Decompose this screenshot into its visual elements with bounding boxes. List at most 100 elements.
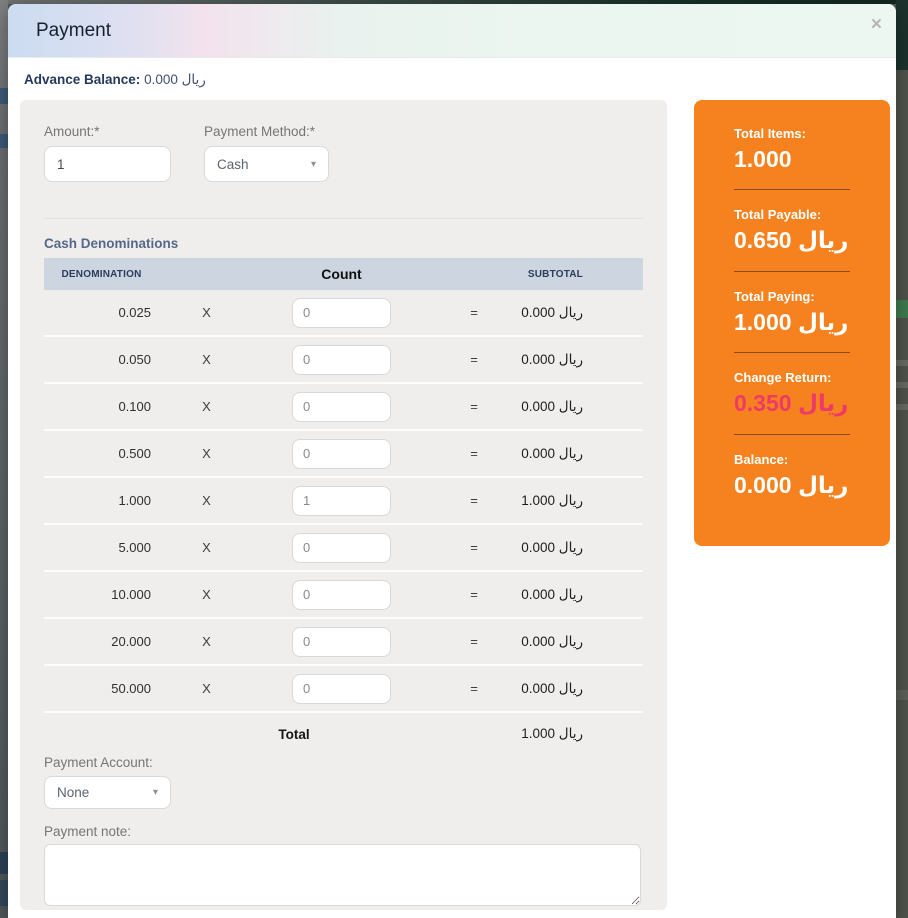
count-input[interactable] <box>292 533 391 563</box>
denomination-value: 20.000 <box>44 634 159 649</box>
denomination-value: 5.000 <box>44 540 159 555</box>
summary-label: Balance: <box>734 452 850 467</box>
multiply-symbol: X <box>159 634 254 649</box>
amount-label: Amount:* <box>44 124 100 139</box>
summary-section: Change Return: 0.350 ريال <box>734 370 850 434</box>
chevron-down-icon: ▾ <box>153 787 158 798</box>
count-input[interactable] <box>292 674 391 704</box>
summary-label: Total Paying: <box>734 289 850 304</box>
subtotal-value: 0.000 ريال <box>519 634 643 650</box>
multiply-symbol: X <box>159 446 254 461</box>
advance-balance: Advance Balance: 0.000 ريال <box>24 72 206 88</box>
summary-divider <box>734 271 850 272</box>
payment-method-label: Payment Method:* <box>204 124 315 139</box>
subtotal-value: 0.000 ريال <box>519 446 643 462</box>
cash-denominations-table: DENOMINATION Count SUBTOTAL 0.025 X = 0.… <box>44 258 643 755</box>
denomination-row: 20.000 X = 0.000 ريال <box>44 619 643 666</box>
page-title: Payment <box>36 20 111 42</box>
payment-method-select[interactable]: Cash ▾ <box>204 146 329 182</box>
count-input[interactable] <box>292 298 391 328</box>
divider <box>44 218 643 219</box>
total-row: Total 1.000 ريال <box>44 713 643 755</box>
multiply-symbol: X <box>159 587 254 602</box>
summary-items: Total Items: 1.000 Total Payable: 0.650 … <box>734 126 850 498</box>
table-header-row: DENOMINATION Count SUBTOTAL <box>44 258 643 290</box>
advance-balance-value: 0.000 ريال <box>144 72 206 87</box>
close-icon[interactable]: × <box>871 15 882 34</box>
background-page-left <box>0 0 8 918</box>
summary-value: 0.650 ريال <box>734 227 850 253</box>
summary-divider <box>734 189 850 190</box>
denomination-row: 0.100 X = 0.000 ريال <box>44 384 643 431</box>
summary-section: Total Payable: 0.650 ريال <box>734 207 850 271</box>
payment-account-label: Payment Account: <box>44 755 153 770</box>
payment-modal: Payment × Advance Balance: 0.000 ريال Am… <box>8 4 896 918</box>
table-body: 0.025 X = 0.000 ريال 0.050 X = 0.000 ريا… <box>44 290 643 713</box>
summary-section: Balance: 0.000 ريال <box>734 452 850 498</box>
denomination-row: 0.050 X = 0.000 ريال <box>44 337 643 384</box>
summary-value: 0.000 ريال <box>734 472 850 498</box>
summary-value: 1.000 <box>734 146 850 172</box>
subtotal-value: 0.000 ريال <box>519 540 643 556</box>
summary-section: Total Items: 1.000 <box>734 126 850 190</box>
multiply-symbol: X <box>159 305 254 320</box>
denomination-value: 0.500 <box>44 446 159 461</box>
payment-account-value: None <box>57 785 89 800</box>
count-input[interactable] <box>292 580 391 610</box>
denomination-value: 1.000 <box>44 493 159 508</box>
total-label: Total <box>159 727 429 742</box>
denomination-row: 1.000 X = 1.000 ريال <box>44 478 643 525</box>
denomination-value: 50.000 <box>44 681 159 696</box>
equals-symbol: = <box>429 540 519 555</box>
summary-value: 1.000 ريال <box>734 309 850 335</box>
payment-method-value: Cash <box>217 157 249 172</box>
advance-balance-label: Advance Balance: <box>24 72 140 87</box>
modal-header: Payment × <box>8 4 896 58</box>
payment-account-select[interactable]: None ▾ <box>44 776 171 809</box>
count-input[interactable] <box>292 392 391 422</box>
amount-input[interactable] <box>44 146 171 182</box>
denomination-row: 10.000 X = 0.000 ريال <box>44 572 643 619</box>
subtotal-value: 1.000 ريال <box>519 493 643 509</box>
equals-symbol: = <box>429 493 519 508</box>
denomination-value: 0.100 <box>44 399 159 414</box>
multiply-symbol: X <box>159 352 254 367</box>
summary-section: Total Paying: 1.000 ريال <box>734 289 850 353</box>
equals-symbol: = <box>429 399 519 414</box>
column-header-count: Count <box>254 266 429 282</box>
total-value: 1.000 ريال <box>519 726 643 742</box>
count-input[interactable] <box>292 345 391 375</box>
equals-symbol: = <box>429 681 519 696</box>
denomination-value: 0.050 <box>44 352 159 367</box>
multiply-symbol: X <box>159 493 254 508</box>
summary-label: Change Return: <box>734 370 850 385</box>
column-header-subtotal: SUBTOTAL <box>519 269 643 280</box>
count-input[interactable] <box>292 439 391 469</box>
subtotal-value: 0.000 ريال <box>519 399 643 415</box>
background-page-right <box>896 0 908 918</box>
subtotal-value: 0.000 ريال <box>519 587 643 603</box>
summary-value: 0.350 ريال <box>734 390 850 416</box>
equals-symbol: = <box>429 352 519 367</box>
summary-label: Total Items: <box>734 126 850 141</box>
multiply-symbol: X <box>159 540 254 555</box>
denomination-value: 0.025 <box>44 305 159 320</box>
summary-label: Total Payable: <box>734 207 850 222</box>
equals-symbol: = <box>429 305 519 320</box>
multiply-symbol: X <box>159 681 254 696</box>
chevron-down-icon: ▾ <box>311 159 316 170</box>
denomination-value: 10.000 <box>44 587 159 602</box>
count-input[interactable] <box>292 627 391 657</box>
payment-note-textarea[interactable] <box>44 844 641 906</box>
subtotal-value: 0.000 ريال <box>519 681 643 697</box>
column-header-denomination: DENOMINATION <box>44 269 159 280</box>
equals-symbol: = <box>429 446 519 461</box>
summary-divider <box>734 434 850 435</box>
cash-denominations-title: Cash Denominations <box>44 236 178 251</box>
count-input[interactable] <box>292 486 391 516</box>
multiply-symbol: X <box>159 399 254 414</box>
subtotal-value: 0.000 ريال <box>519 352 643 368</box>
equals-symbol: = <box>429 634 519 649</box>
payment-form-panel: Amount:* Payment Method:* Cash ▾ Cash De… <box>20 100 667 910</box>
equals-symbol: = <box>429 587 519 602</box>
